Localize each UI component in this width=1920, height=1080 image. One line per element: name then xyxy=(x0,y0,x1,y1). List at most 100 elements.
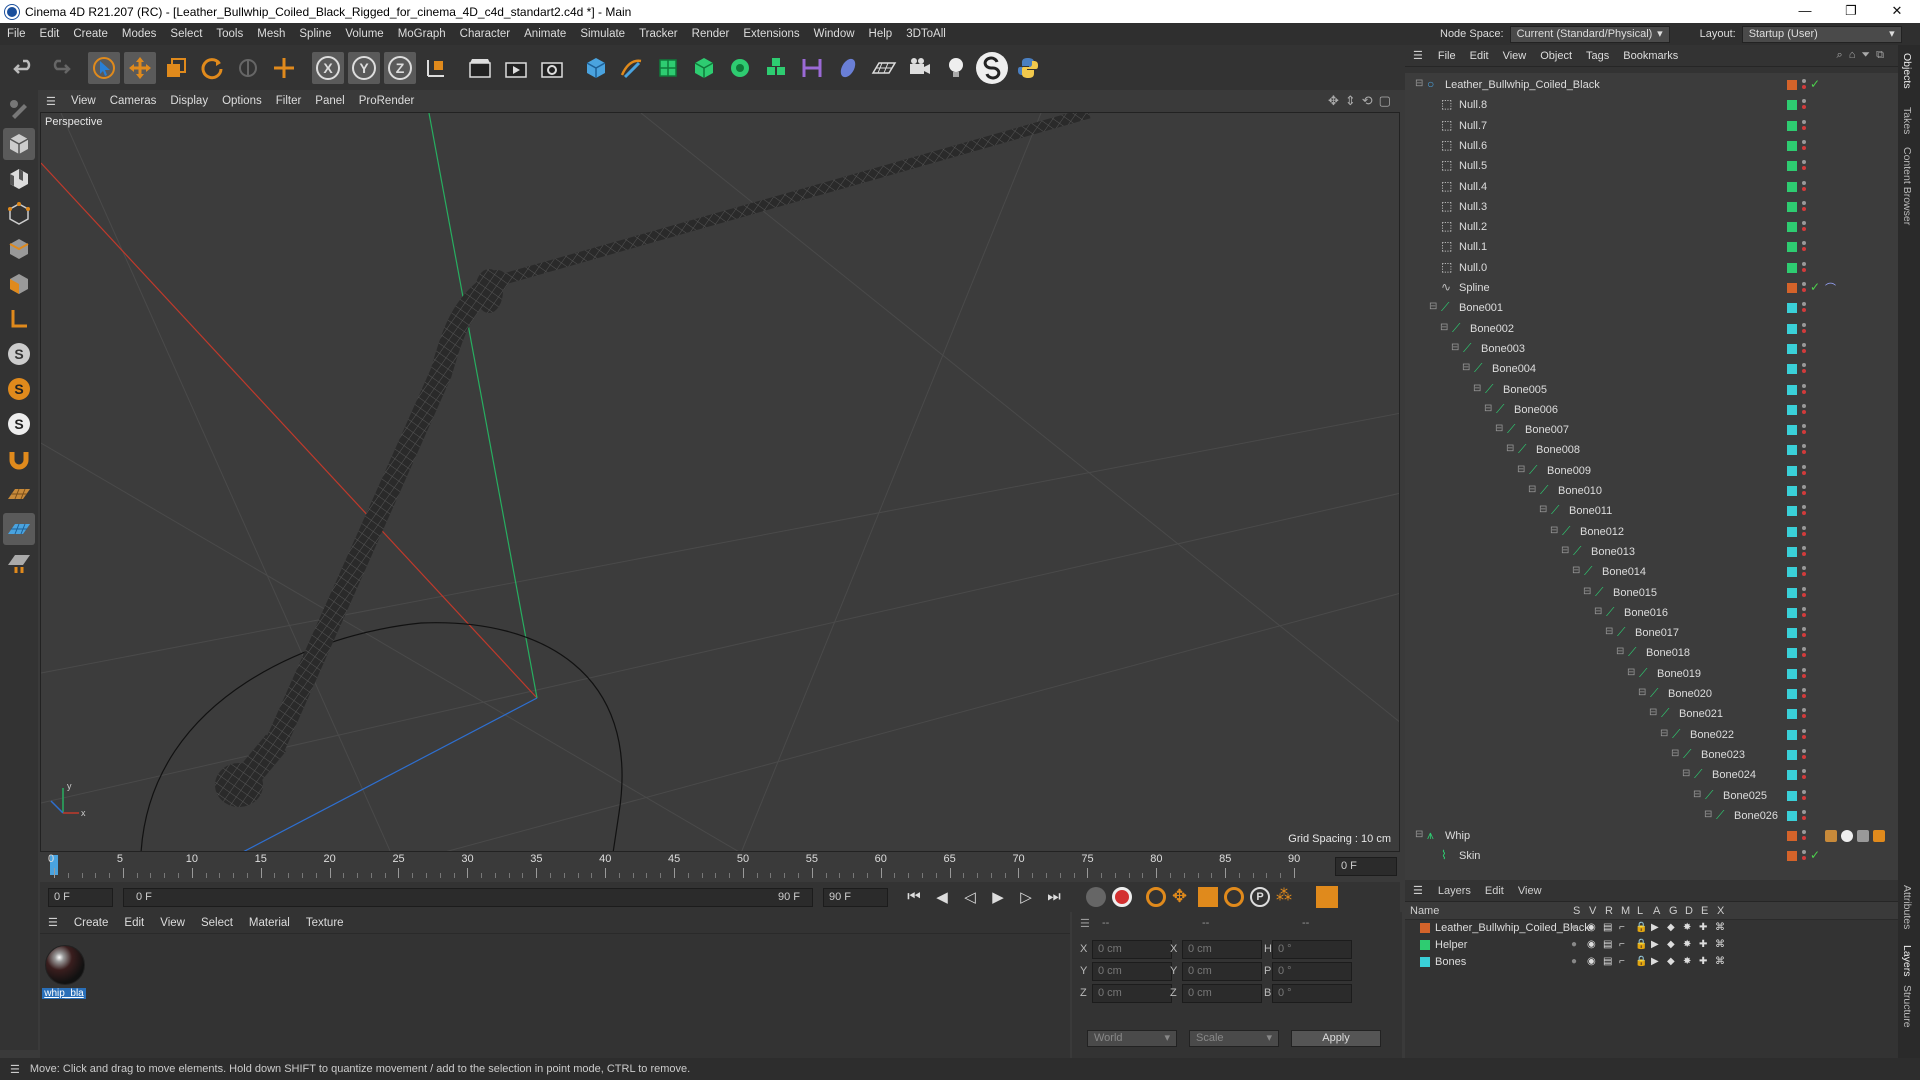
object-row[interactable]: ⊟ ⟋ Bone010 xyxy=(1405,481,1898,501)
quantize-button[interactable]: S xyxy=(3,408,35,440)
deformer-toggle-icon[interactable]: ✸ xyxy=(1683,939,1691,950)
visibility-dots[interactable] xyxy=(1802,139,1806,152)
object-menu-bookmarks[interactable]: Bookmarks xyxy=(1616,50,1685,62)
expression-toggle-icon[interactable]: ✚ xyxy=(1699,922,1707,933)
visibility-dots[interactable] xyxy=(1802,241,1806,253)
cloner-button[interactable] xyxy=(724,52,756,84)
redo-button[interactable] xyxy=(44,52,76,84)
material-menu-edit[interactable]: Edit xyxy=(116,917,152,929)
layer-color-swatch[interactable] xyxy=(1420,923,1430,933)
xref-toggle-icon[interactable]: ⌘ xyxy=(1715,956,1725,967)
3d-viewport[interactable]: y x Perspective Grid Spacing : 10 cm xyxy=(40,112,1400,852)
manager-toggle-icon[interactable]: ⌐ xyxy=(1619,939,1625,950)
menu-mesh[interactable]: Mesh xyxy=(250,23,292,45)
layer-menu-edit[interactable]: Edit xyxy=(1478,885,1511,897)
expand-toggle-icon[interactable]: ⊟ xyxy=(1682,768,1690,779)
menu-window[interactable]: Window xyxy=(807,23,862,45)
visibility-dots[interactable] xyxy=(1802,667,1806,680)
expand-toggle-icon[interactable]: ⊟ xyxy=(1539,504,1547,515)
object-row[interactable]: ⊟ ⟋ Bone009 xyxy=(1405,461,1898,481)
expand-toggle-icon[interactable]: ⊟ xyxy=(1649,707,1657,718)
animation-toggle-icon[interactable]: ▶ xyxy=(1651,922,1659,933)
object-row[interactable]: ⊟ ⩚ Whip xyxy=(1405,826,1898,846)
enabled-check-icon[interactable]: ✓ xyxy=(1810,848,1820,862)
coord-value-field[interactable]: 0 cm xyxy=(1092,984,1172,1003)
expand-toggle-icon[interactable]: ⊟ xyxy=(1484,403,1492,414)
visibility-dots[interactable] xyxy=(1802,363,1806,375)
cube-primitive-button[interactable] xyxy=(580,52,612,84)
object-row[interactable]: ⊟ ⟋ Bone013 xyxy=(1405,542,1898,562)
object-row[interactable]: ⌇ Skin ✓ xyxy=(1405,846,1898,866)
visibility-dots[interactable] xyxy=(1802,769,1806,781)
expand-toggle-icon[interactable]: ⊟ xyxy=(1572,565,1580,576)
axis-mode-button[interactable] xyxy=(3,303,35,335)
extrude-button[interactable] xyxy=(688,52,720,84)
object-menu-file[interactable]: File xyxy=(1431,50,1463,62)
material-menu-select[interactable]: Select xyxy=(193,917,241,929)
object-row[interactable]: ⊟ ⟋ Bone003 xyxy=(1405,339,1898,359)
start-frame-field[interactable]: 0 F xyxy=(48,887,113,907)
expand-toggle-icon[interactable]: ⊟ xyxy=(1506,443,1514,454)
menu-render[interactable]: Render xyxy=(685,23,737,45)
object-row[interactable]: ⊟ ⟋ Bone016 xyxy=(1405,603,1898,623)
animation-toggle-icon[interactable]: ▶ xyxy=(1651,939,1659,950)
visibility-dots[interactable] xyxy=(1802,708,1806,720)
expand-toggle-icon[interactable]: ⊟ xyxy=(1638,687,1646,698)
live-selection-button[interactable] xyxy=(268,52,300,84)
object-menu-object[interactable]: Object xyxy=(1533,50,1579,62)
tab-attributes[interactable]: Attributes xyxy=(1901,885,1913,929)
render-toggle-icon[interactable]: ▤ xyxy=(1603,939,1612,950)
solo-toggle-icon[interactable]: ● xyxy=(1571,956,1577,967)
menu-spline[interactable]: Spline xyxy=(292,23,338,45)
menu-simulate[interactable]: Simulate xyxy=(573,23,632,45)
tag-icon[interactable]: ⌒ xyxy=(1825,280,1836,296)
object-row[interactable]: ⊟ ⟋ Bone023 xyxy=(1405,745,1898,765)
layer-menu-view[interactable]: View xyxy=(1511,885,1549,897)
material-tag-icon[interactable] xyxy=(1841,830,1853,843)
tab-objects[interactable]: Objects xyxy=(1901,53,1913,89)
layer-row[interactable]: Bones ● ◉ ▤ ⌐ 🔒 ▶ ◆ ✸ ✚ ⌘ xyxy=(1405,954,1898,971)
layer-color-swatch[interactable] xyxy=(1420,957,1430,967)
timeline-window-icon[interactable] xyxy=(1316,886,1338,908)
object-row[interactable]: ⊟ ⟋ Bone005 xyxy=(1405,380,1898,400)
menu-select[interactable]: Select xyxy=(163,23,209,45)
visibility-dots[interactable] xyxy=(1802,606,1806,619)
object-row[interactable]: ⬚ Null.4 xyxy=(1405,177,1898,197)
visibility-dots[interactable] xyxy=(1802,342,1806,355)
scale-tool-button[interactable] xyxy=(160,52,192,84)
recent-tool-button[interactable] xyxy=(232,52,264,84)
object-row[interactable]: ⊟ ⟋ Bone026 xyxy=(1405,806,1898,826)
visibility-dots[interactable] xyxy=(1802,688,1806,700)
visible-toggle-icon[interactable]: ◉ xyxy=(1587,922,1596,933)
object-row[interactable]: ⊟ ⟋ Bone007 xyxy=(1405,420,1898,440)
expand-toggle-icon[interactable]: ⊟ xyxy=(1594,606,1602,617)
visibility-dots[interactable] xyxy=(1802,160,1806,172)
viewport-menu-filter[interactable]: Filter xyxy=(269,95,309,107)
visibility-dots[interactable] xyxy=(1802,647,1806,659)
object-row[interactable]: ⬚ Null.1 xyxy=(1405,237,1898,257)
material-tag-icon[interactable] xyxy=(1873,830,1885,843)
rotate-tool-button[interactable] xyxy=(196,52,228,84)
expand-toggle-icon[interactable]: ⊟ xyxy=(1583,586,1591,597)
visibility-dots[interactable] xyxy=(1802,545,1806,558)
undo-button[interactable] xyxy=(8,52,40,84)
menu-mograph[interactable]: MoGraph xyxy=(391,23,453,45)
object-row[interactable]: ⬚ Null.7 xyxy=(1405,116,1898,136)
keyframe-selection-icon[interactable] xyxy=(1146,887,1166,907)
object-row[interactable]: ⊟ ⟋ Bone001 xyxy=(1405,298,1898,318)
object-row[interactable]: ⬚ Null.2 xyxy=(1405,217,1898,237)
coord-value-field[interactable]: 0 cm xyxy=(1092,962,1172,981)
visibility-dots[interactable] xyxy=(1802,322,1806,335)
object-row[interactable]: ⬚ Null.0 xyxy=(1405,258,1898,278)
visibility-dots[interactable] xyxy=(1802,180,1806,193)
viewport-menu-prorender[interactable]: ProRender xyxy=(352,95,422,107)
menu-modes[interactable]: Modes xyxy=(115,23,164,45)
subdivision-surface-button[interactable] xyxy=(652,52,684,84)
tab-structure[interactable]: Structure xyxy=(1901,985,1913,1028)
minimize-button[interactable]: — xyxy=(1782,0,1828,23)
object-row[interactable]: ⬚ Null.3 xyxy=(1405,197,1898,217)
object-row[interactable]: ⊟ ⟋ Bone017 xyxy=(1405,623,1898,643)
autokey-record-icon[interactable] xyxy=(1112,887,1132,907)
object-row[interactable]: ⊟ ⟋ Bone015 xyxy=(1405,583,1898,603)
visibility-dots[interactable] xyxy=(1802,383,1806,396)
